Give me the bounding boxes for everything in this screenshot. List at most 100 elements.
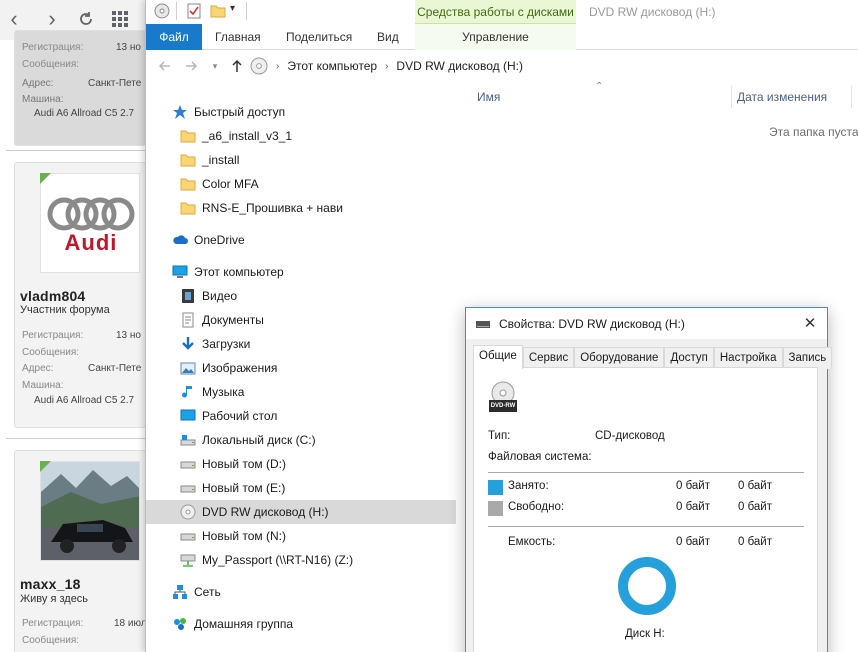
messages-label: Сообщения: <box>22 59 80 70</box>
nav-item-label: Локальный диск (C:) <box>202 433 316 447</box>
nav-item[interactable]: My_Passport (\\RT-N16) (Z:) <box>146 548 456 572</box>
nav-item[interactable]: Изображения <box>146 356 456 380</box>
nav-item[interactable]: Сеть <box>146 580 456 604</box>
column-date-modified[interactable]: Дата изменения <box>737 90 827 104</box>
nav-item[interactable]: Этот компьютер <box>146 260 456 284</box>
dialog-tab[interactable]: Доступ <box>664 347 714 369</box>
registration-label: Регистрация: <box>22 330 84 341</box>
user-title: Живу я здесь <box>20 593 89 605</box>
nav-item[interactable]: RNS-E_Прошивка + нави <box>146 196 456 220</box>
up-arrow-icon[interactable] <box>228 57 246 75</box>
nav-item-label: Сеть <box>194 585 221 599</box>
nav-item-label: _a6_install_v3_1 <box>202 129 293 143</box>
chevron-right-icon[interactable]: › <box>385 61 388 72</box>
user-title: Участник форума <box>20 304 110 316</box>
column-divider[interactable] <box>851 86 852 108</box>
breadcrumb-dvd-drive[interactable]: DVD RW дисковод (H:) <box>396 59 523 73</box>
chevron-down-icon[interactable]: ▾ <box>230 3 235 14</box>
nav-item[interactable]: Видео <box>146 284 456 308</box>
nav-item[interactable]: Загрузки <box>146 332 456 356</box>
divider <box>488 526 804 527</box>
nav-item[interactable]: Новый том (E:) <box>146 476 456 500</box>
nav-item[interactable]: Рабочий стол <box>146 404 456 428</box>
username[interactable]: maxx_18 <box>20 576 81 592</box>
nav-item-label: Быстрый доступ <box>194 105 286 119</box>
divider <box>246 2 247 20</box>
empty-folder-message: Эта папка пуста. <box>769 125 858 139</box>
disk-label: Диск H: <box>625 628 665 640</box>
capacity-bytes: 0 байт <box>676 536 711 548</box>
dialog-tab[interactable]: Оборудование <box>574 347 665 369</box>
tab-share[interactable]: Поделиться <box>286 24 352 50</box>
used-color-swatch <box>488 480 503 495</box>
cloud-icon <box>172 232 188 248</box>
column-name[interactable]: Имя <box>477 90 500 104</box>
recent-locations-icon[interactable]: ▾ <box>206 57 224 75</box>
navigation-pane: Быстрый доступ _a6_install_v3_1 _install Co… <box>146 84 458 652</box>
system-drive-icon <box>180 432 196 448</box>
registration-value: 18 июл <box>114 618 147 629</box>
tab-home[interactable]: Главная <box>215 24 261 50</box>
network-drive-icon <box>180 552 196 568</box>
capacity-size: 0 байт <box>738 536 773 548</box>
dialog-title-bar: Свойства: DVD RW дисковод (H:) <box>466 308 827 339</box>
nav-item[interactable]: Локальный диск (C:) <box>146 428 456 452</box>
nav-item[interactable]: Быстрый доступ <box>146 100 456 124</box>
forward-arrow-icon[interactable] <box>182 57 200 75</box>
nav-item[interactable]: Новый том (D:) <box>146 452 456 476</box>
tab-file[interactable]: Файл <box>146 24 202 50</box>
used-size: 0 байт <box>738 480 773 492</box>
properties-icon[interactable] <box>186 3 202 19</box>
new-folder-icon[interactable] <box>210 3 226 19</box>
nav-item[interactable]: Новый том (N:) <box>146 524 456 548</box>
apps-grid-icon[interactable] <box>110 8 130 30</box>
back-arrow-icon[interactable] <box>156 57 174 75</box>
back-icon[interactable]: ‹ <box>4 6 24 31</box>
music-icon <box>180 384 196 400</box>
nav-item-label: Новый том (D:) <box>202 457 286 471</box>
tab-view[interactable]: Вид <box>377 24 399 50</box>
nav-item[interactable]: Документы <box>146 308 456 332</box>
avatar[interactable] <box>40 461 140 561</box>
nav-item[interactable]: Домашняя группа <box>146 612 456 636</box>
nav-item[interactable]: Музыка <box>146 380 456 404</box>
drive-icon-text: DVD-RW <box>490 403 516 409</box>
forward-icon[interactable]: › <box>42 6 62 31</box>
nav-item[interactable]: _install <box>146 148 456 172</box>
close-icon[interactable]: ✕ <box>799 312 821 334</box>
dvd-drive-icon <box>475 316 491 332</box>
column-divider[interactable] <box>731 86 732 108</box>
used-bytes: 0 байт <box>676 480 711 492</box>
nav-item-label: Новый том (N:) <box>202 529 286 543</box>
nav-item[interactable]: Color MFA <box>146 172 456 196</box>
nav-item-label: OneDrive <box>194 233 245 247</box>
drive-icon <box>180 456 196 472</box>
chevron-right-icon[interactable]: › <box>276 61 279 72</box>
breadcrumb: › Этот компьютер › DVD RW дисковод (H:) <box>250 56 523 76</box>
avatar[interactable]: Audi <box>40 173 140 273</box>
dvd-rw-drive-icon: DVD-RW <box>488 380 518 414</box>
ribbon-tabs: Файл Главная Поделиться Вид Управление <box>146 24 858 50</box>
dialog-tab[interactable]: Настройка <box>713 347 783 369</box>
reload-icon[interactable] <box>76 8 96 30</box>
messages-label: Сообщения: <box>22 635 80 646</box>
documents-icon <box>180 312 196 328</box>
breadcrumb-this-pc[interactable]: Этот компьютер <box>287 59 377 73</box>
dialog-tab[interactable]: Общие <box>473 345 523 369</box>
dialog-tab[interactable]: Запись <box>782 347 833 369</box>
nav-item[interactable]: DVD RW дисковод (H:) <box>146 500 456 524</box>
registration-label: Регистрация: <box>22 618 84 629</box>
nav-item[interactable]: _a6_install_v3_1 <box>146 124 456 148</box>
dialog-tab[interactable]: Сервис <box>522 347 575 369</box>
nav-item-label: Домашняя группа <box>194 617 294 631</box>
tab-manage[interactable]: Управление <box>415 24 576 50</box>
nav-item[interactable]: OneDrive <box>146 228 456 252</box>
properties-dialog: Свойства: DVD RW дисковод (H:) ✕ Общие Се… <box>465 307 833 652</box>
car-value: Audi A6 Allroad C5 2.7 <box>34 108 135 119</box>
nav-item-label: Новый том (E:) <box>202 481 286 495</box>
folder-icon <box>180 128 196 144</box>
username[interactable]: vladm804 <box>20 288 85 304</box>
messages-label: Сообщения: <box>22 347 80 358</box>
nav-item-label: Документы <box>202 313 264 327</box>
pictures-icon <box>180 360 196 376</box>
